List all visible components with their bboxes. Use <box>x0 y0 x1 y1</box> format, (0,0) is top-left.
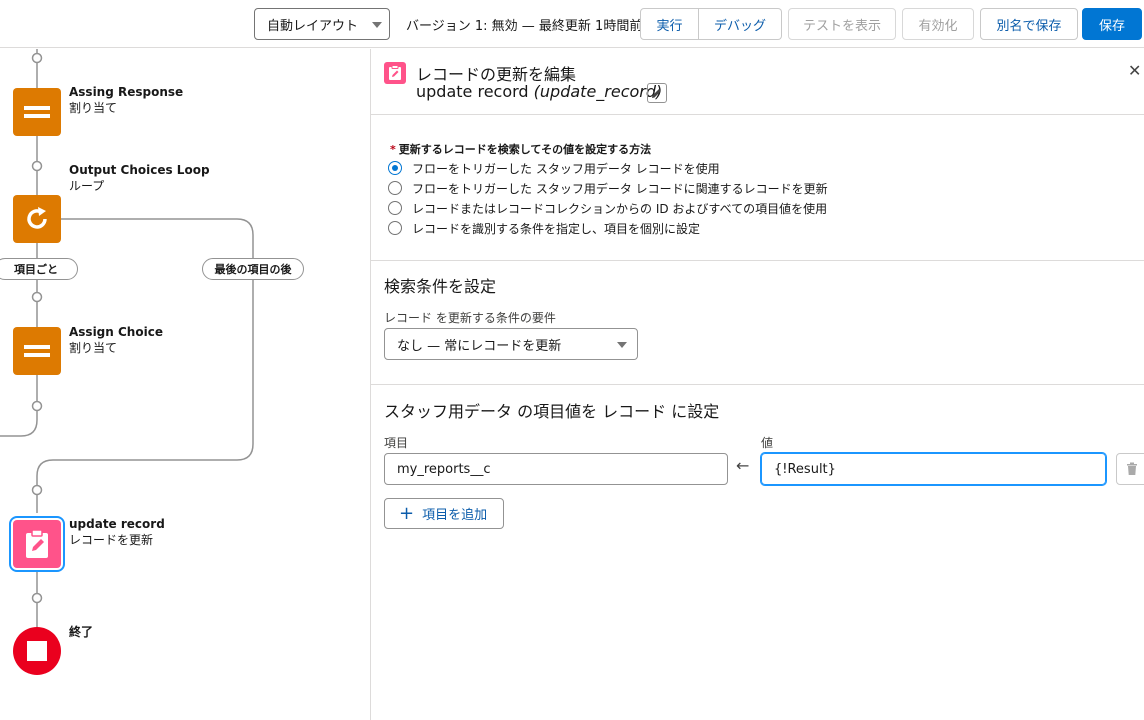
node-title: Output Choices Loop <box>69 163 210 177</box>
filter-section-title: 検索条件を設定 <box>384 277 497 296</box>
arrow-left-icon: ← <box>736 456 750 475</box>
node-assign-choice[interactable] <box>13 327 61 375</box>
node-title: Assing Response <box>69 85 184 99</box>
toolbar: 自動レイアウト バージョン 1: 無効 — 最終更新 1時間前 実行 デバッグ … <box>0 0 1144 48</box>
node-label: Output Choices Loop ループ <box>69 162 210 194</box>
node-label: Assign Choice 割り当て <box>69 324 163 356</box>
branch-label-after-last: 最後の項目の後 <box>202 258 304 280</box>
node-title: 終了 <box>69 625 94 639</box>
branch-label-for-each: 項目ごと <box>0 258 78 280</box>
method-label-text: 更新するレコードを検索してその値を設定する方法 <box>398 143 652 156</box>
node-label: 終了 <box>69 624 93 640</box>
loop-icon <box>27 207 47 229</box>
equals-icon <box>24 345 50 357</box>
close-icon[interactable]: ✕ <box>1128 61 1141 80</box>
node-assing-response[interactable] <box>13 88 61 136</box>
radio-button[interactable] <box>388 221 402 235</box>
connectors <box>0 49 254 627</box>
run-button[interactable]: 実行 <box>640 8 699 40</box>
condition-select-value: なし — 常にレコードを更新 <box>397 338 562 354</box>
save-as-button[interactable]: 別名で保存 <box>980 8 1078 40</box>
add-field-button[interactable]: + 項目を追加 <box>384 498 504 529</box>
radio-option-conditions[interactable]: レコードを識別する条件を指定し、項目を個別に設定 <box>388 219 700 237</box>
layout-select-value: 自動レイアウト <box>267 18 359 34</box>
node-end[interactable] <box>13 627 61 675</box>
condition-select[interactable]: なし — 常にレコードを更新 <box>384 328 638 360</box>
node-output-choices-loop[interactable] <box>13 195 61 243</box>
radio-button-selected[interactable] <box>388 161 402 175</box>
value-input[interactable]: {!Result} <box>761 453 1106 485</box>
node-type: 割り当て <box>69 101 118 115</box>
method-label: * 更新するレコードを検索してその値を設定する方法 <box>390 141 651 157</box>
delete-row-button[interactable] <box>1116 453 1144 485</box>
radio-option-related-record[interactable]: フローをトリガーした スタッフ用データ レコードに関連するレコードを更新 <box>388 179 828 197</box>
node-title: Assign Choice <box>69 325 163 339</box>
node-label: update record レコードを更新 <box>69 516 165 548</box>
flow-canvas[interactable]: Assing Response 割り当て Output Choices Loop… <box>0 49 370 720</box>
assign-section-title: スタッフ用データ の項目値を レコード に設定 <box>384 402 720 421</box>
pencil-icon <box>652 89 661 98</box>
node-type: レコードを更新 <box>69 533 154 547</box>
chevron-down-icon <box>372 22 382 28</box>
update-record-icon <box>384 62 406 84</box>
activate-button[interactable]: 有効化 <box>902 8 974 40</box>
edit-label-button[interactable] <box>647 83 667 103</box>
plus-icon: + <box>399 502 415 524</box>
property-editor-panel: レコードの更新を編集 update record (update_record)… <box>370 49 1144 720</box>
trash-icon <box>1127 462 1137 475</box>
radio-label: レコードまたはレコードコレクションからの ID およびすべての項目値を使用 <box>412 201 828 216</box>
view-tests-button[interactable]: テストを表示 <box>788 8 896 40</box>
stop-icon <box>27 641 47 661</box>
required-marker: * <box>390 143 396 156</box>
radio-label: フローをトリガーした スタッフ用データ レコードに関連するレコードを更新 <box>412 181 828 196</box>
equals-icon <box>24 106 50 118</box>
radio-button[interactable] <box>388 201 402 215</box>
update-record-icon <box>26 529 48 558</box>
panel-header: レコードの更新を編集 update record (update_record)… <box>371 49 1144 115</box>
element-name: update record (update_record) <box>416 82 662 101</box>
node-type: 割り当て <box>69 341 118 355</box>
version-status: バージョン 1: 無効 — 最終更新 1時間前 <box>406 19 643 34</box>
condition-label: レコード を更新する条件の要件 <box>384 311 556 325</box>
node-title: update record <box>69 517 165 531</box>
element-api-name: (update_record) <box>533 82 663 101</box>
node-label: Assing Response 割り当て <box>69 84 183 116</box>
element-label: update record <box>416 82 529 101</box>
radio-label: レコードを識別する条件を指定し、項目を個別に設定 <box>412 221 701 236</box>
node-update-record[interactable] <box>9 516 65 572</box>
field-input[interactable]: my_reports__c <box>384 453 728 485</box>
field-column-label: 項目 <box>384 436 409 450</box>
value-column-label: 値 <box>761 436 774 450</box>
save-button[interactable]: 保存 <box>1082 8 1142 40</box>
radio-button[interactable] <box>388 181 402 195</box>
radio-option-triggering-record[interactable]: フローをトリガーした スタッフ用データ レコードを使用 <box>388 159 720 177</box>
radio-option-record-id[interactable]: レコードまたはレコードコレクションからの ID およびすべての項目値を使用 <box>388 199 827 217</box>
debug-button[interactable]: デバッグ <box>699 8 782 40</box>
chevron-down-icon <box>617 342 627 348</box>
node-type: ループ <box>69 179 105 193</box>
add-field-label: 項目を追加 <box>422 508 488 523</box>
layout-select[interactable]: 自動レイアウト <box>254 8 390 40</box>
flow-builder: 自動レイアウト バージョン 1: 無効 — 最終更新 1時間前 実行 デバッグ … <box>0 0 1144 720</box>
radio-label: フローをトリガーした スタッフ用データ レコードを使用 <box>412 161 720 176</box>
